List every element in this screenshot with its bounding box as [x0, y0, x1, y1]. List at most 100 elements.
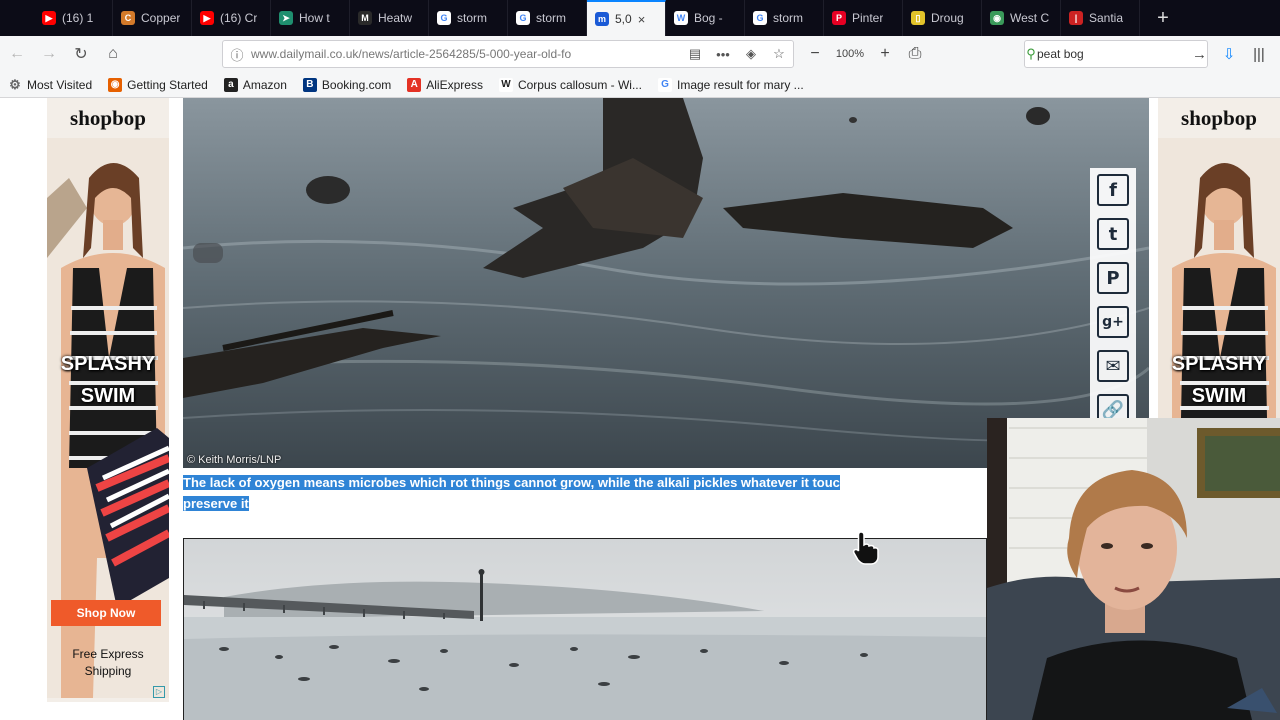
adchoices-icon[interactable]: ▷: [153, 686, 165, 698]
print-icon[interactable]: ⎙: [900, 45, 930, 63]
forward-button[interactable]: →: [34, 39, 64, 69]
downloads-button[interactable]: ⇩: [1214, 40, 1244, 68]
tab-7[interactable]: m 5,0 ×: [587, 0, 666, 36]
tab-title: storm: [457, 11, 487, 25]
reload-button[interactable]: ↻: [66, 39, 96, 69]
share-twitter-button[interactable]: t: [1090, 212, 1136, 256]
tab-13[interactable]: | Santia: [1061, 0, 1140, 36]
dailymail-icon: m: [595, 12, 609, 26]
amazon-icon: a: [223, 77, 238, 92]
url-text[interactable]: www.dailymail.co.uk/news/article-2564285…: [251, 47, 681, 61]
arrow-icon: ➤: [279, 11, 293, 25]
tab-title: Santia: [1089, 11, 1124, 25]
tab-9[interactable]: Gstorm: [745, 0, 824, 36]
tab-1[interactable]: C Copper: [113, 0, 192, 36]
tab-0[interactable]: ▶ (16) 1: [34, 0, 113, 36]
ad-left[interactable]: shopbop SPLASHY SWIM Shop Now Free Expre…: [47, 98, 169, 702]
page-content: shopbop SPLASHY SWIM Shop Now Free Expre…: [0, 98, 1280, 720]
gear-icon: ⚙: [9, 76, 21, 92]
bookmark-item-2[interactable]: a Amazon: [223, 77, 287, 92]
ad-shop-now-button[interactable]: Shop Now: [51, 600, 161, 626]
pocket-icon[interactable]: ◈: [737, 46, 765, 62]
close-tab-icon[interactable]: ×: [638, 12, 646, 27]
webcam-overlay: [987, 418, 1280, 720]
share-googleplus-button[interactable]: g+: [1090, 300, 1136, 344]
zoom-in-button[interactable]: +: [870, 45, 900, 63]
home-button[interactable]: ⌂: [98, 39, 128, 69]
tab-title: Copper: [141, 11, 181, 25]
tab-6[interactable]: Gstorm: [508, 0, 587, 36]
search-go-button[interactable]: →: [1192, 46, 1207, 63]
tab-3[interactable]: ➤ How t: [271, 0, 350, 36]
ad-brand: shopbop: [70, 106, 146, 130]
tab-8[interactable]: W Bog -: [666, 0, 745, 36]
caption-line-1: The lack of oxygen means microbes which …: [183, 475, 840, 490]
globe-icon: ◉: [990, 11, 1004, 25]
wikipedia-icon: W: [498, 77, 513, 92]
google-icon: G: [657, 77, 672, 92]
share-bar: f t Pg+ ✉ 🔗: [1090, 168, 1136, 426]
bookmark-label: Corpus callosum - Wi...: [517, 77, 642, 92]
wikipedia-icon: W: [674, 11, 688, 25]
new-tab-button[interactable]: +: [1152, 7, 1174, 30]
bookmark-item-1[interactable]: ◉ Getting Started: [108, 77, 208, 92]
search-engine-icon[interactable]: ⚲: [1025, 46, 1037, 62]
tab-title: Pinter: [852, 11, 884, 25]
copper-icon: C: [121, 11, 135, 25]
bookmark-item-5[interactable]: W Corpus callosum - Wi...: [498, 77, 642, 92]
toolbar-right: ⇩ |||: [1214, 40, 1274, 68]
tab-2[interactable]: ▶ (16) Cr: [192, 0, 271, 36]
pinterest-icon: P: [832, 11, 846, 25]
google-icon: G: [516, 11, 530, 25]
share-facebook-button[interactable]: f: [1090, 168, 1136, 212]
googleplus-icon: g+: [1097, 306, 1129, 338]
bookmark-item-6[interactable]: G Image result for mary ...: [657, 77, 804, 92]
bookmark-label: AliExpress: [426, 77, 483, 92]
bookmark-star-icon[interactable]: ☆: [765, 46, 793, 62]
search-input[interactable]: [1037, 47, 1192, 61]
tab-12[interactable]: ◉ West C: [982, 0, 1061, 36]
photo-driftwood-image: [183, 98, 1149, 468]
info-icon[interactable]: ⓘ: [223, 45, 251, 64]
home-icon: ⌂: [108, 45, 118, 62]
youtube-icon: ▶: [200, 11, 214, 25]
tab-title: Heatw: [378, 11, 413, 25]
youtube-icon: ▶: [42, 11, 56, 25]
zoom-out-button[interactable]: −: [800, 45, 830, 63]
bookmark-label: Amazon: [242, 77, 287, 92]
google-icon: G: [437, 11, 451, 25]
share-email-button[interactable]: ✉: [1090, 344, 1136, 388]
back-button[interactable]: ←: [2, 39, 32, 69]
url-bar[interactable]: ⓘ www.dailymail.co.uk/news/article-25642…: [222, 40, 794, 68]
bookmark-label: Image result for mary ...: [676, 77, 804, 92]
tab-10[interactable]: P Pinter: [824, 0, 903, 36]
ad-slogan: SPLASHY SWIM: [60, 353, 156, 407]
tab-4[interactable]: M Heatw: [350, 0, 429, 36]
photo-credit: © Keith Morris/LNP: [187, 454, 282, 466]
google-icon: G: [753, 11, 767, 25]
booking-icon: B: [302, 77, 317, 92]
page-actions-icon[interactable]: •••: [709, 47, 737, 62]
ad-brand: shopbop: [1181, 106, 1257, 130]
nav-bar: ← → ↻ ⌂ ⓘ www.dailymail.co.uk/news/artic…: [0, 36, 1280, 72]
tab-title: (16) 1: [62, 11, 94, 25]
zoom-level[interactable]: 100%: [830, 48, 870, 60]
tab-11[interactable]: ▯ Droug: [903, 0, 982, 36]
ad-slogan: SPLASHY SWIM: [1171, 353, 1267, 407]
reader-view-icon[interactable]: ▤: [681, 46, 709, 62]
library-button[interactable]: |||: [1244, 40, 1274, 68]
bookmark-item-0[interactable]: ⚙ Most Visited: [8, 76, 92, 92]
firefox-icon: ◉: [108, 77, 123, 92]
hand-cursor-icon: [852, 531, 879, 565]
bookmark-item-4[interactable]: A AliExpress: [407, 77, 483, 92]
tab-title: Droug: [931, 11, 964, 25]
bookmark-item-3[interactable]: B Booking.com: [302, 77, 391, 92]
search-bar[interactable]: ⚲ →: [1024, 40, 1208, 68]
caption-line-2: preserve it: [183, 496, 249, 511]
library-icon: |||: [1253, 45, 1265, 63]
aliexpress-icon: A: [407, 77, 422, 92]
tab-title: 5,0: [615, 12, 632, 26]
ad-shipping-text: Free Express Shipping: [72, 647, 144, 678]
tab-5[interactable]: Gstorm: [429, 0, 508, 36]
share-pinterest-button[interactable]: P: [1090, 256, 1136, 300]
